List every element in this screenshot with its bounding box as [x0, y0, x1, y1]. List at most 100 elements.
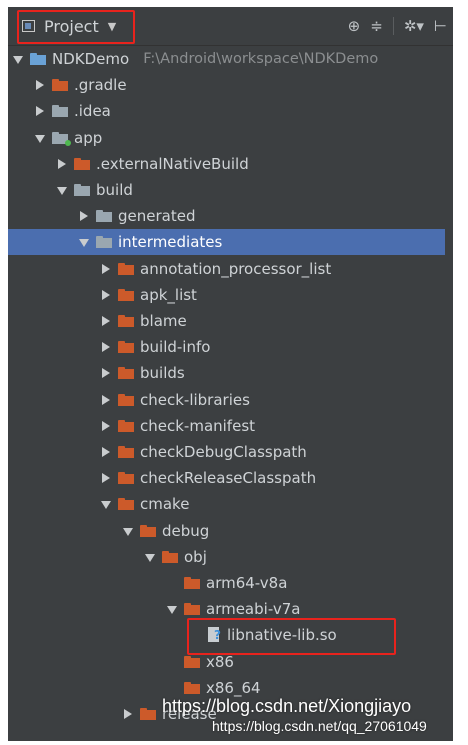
folder-icon — [96, 210, 112, 223]
tree-item-label: intermediates — [118, 233, 223, 252]
expand-arrow-icon[interactable] — [122, 525, 134, 537]
tree-row[interactable]: check-libraries — [8, 387, 453, 413]
project-toolbar: Project ▼ ⊕ ≑ ✲▾ ⊢ — [8, 7, 453, 46]
tree-item-label: check-libraries — [140, 390, 250, 409]
collapse-arrow-icon[interactable] — [34, 79, 46, 91]
tree-item-label: .idea — [74, 102, 111, 121]
tree-row[interactable]: .externalNativeBuild — [8, 151, 453, 177]
tree-row[interactable]: check-manifest — [8, 413, 453, 439]
tree-row[interactable]: generated — [8, 203, 453, 229]
folder-icon — [118, 498, 134, 511]
project-view-icon — [22, 19, 38, 34]
tree-item-label: build-info — [140, 338, 211, 357]
collapse-arrow-icon[interactable] — [100, 263, 112, 275]
expand-arrow-icon[interactable] — [78, 236, 90, 248]
collapse-arrow-icon[interactable] — [78, 210, 90, 222]
tree-item-label: generated — [118, 207, 196, 226]
tree-item-label: check-manifest — [140, 416, 256, 435]
tree-row[interactable]: apk_list — [8, 282, 453, 308]
collapse-arrow-icon[interactable] — [100, 341, 112, 353]
tree-row[interactable]: armeabi-v7a — [8, 596, 453, 622]
tree-item-label: x86 — [206, 652, 234, 671]
expand-arrow-icon[interactable] — [100, 498, 112, 510]
tree-item-label: obj — [184, 547, 207, 566]
tree-row[interactable]: .idea — [8, 98, 453, 124]
folder-icon — [96, 236, 112, 249]
folder-icon — [118, 393, 134, 406]
tree-row[interactable]: cmake — [8, 491, 453, 517]
gear-icon[interactable]: ✲▾ — [404, 17, 424, 35]
folder-icon — [118, 472, 134, 485]
tree-item-label: .gradle — [74, 76, 127, 95]
tree-row[interactable]: arm64-v8a — [8, 570, 453, 596]
tree-item-label: checkDebugClasspath — [140, 443, 307, 461]
collapse-arrow-icon[interactable] — [34, 105, 46, 117]
tree-item-label: apk_list — [140, 285, 197, 304]
tree-row[interactable]: app — [8, 125, 453, 151]
collapse-arrow-icon[interactable] — [56, 158, 68, 170]
project-tree: NDKDemo F:\Android\workspace\NDKDemo .grad… — [8, 46, 453, 741]
tree-row[interactable]: libnative-lib.so — [8, 622, 453, 648]
tree-row[interactable]: debug — [8, 518, 453, 544]
tree-row[interactable]: checkDebugClasspath — [8, 439, 453, 465]
expand-arrow-icon[interactable] — [144, 551, 156, 563]
tree-item-label: blame — [140, 312, 187, 330]
folder-icon — [118, 262, 134, 275]
tree-item-label: armeabi-v7a — [206, 600, 301, 619]
collapse-arrow-icon[interactable] — [100, 315, 112, 327]
collapse-arrow-icon[interactable] — [100, 394, 112, 406]
tree-row[interactable]: builds — [8, 360, 453, 386]
expand-arrow-icon[interactable] — [56, 184, 68, 196]
project-view-selector[interactable]: Project ▼ — [16, 11, 133, 41]
so-file-icon — [206, 627, 222, 643]
tree-item-label: build — [96, 181, 133, 199]
tree-item-label: debug — [162, 521, 210, 540]
collapse-arrow-icon[interactable] — [122, 708, 134, 720]
module-folder-icon — [52, 131, 71, 146]
vertical-scrollbar[interactable] — [445, 46, 453, 741]
folder-icon — [184, 603, 200, 616]
tree-row[interactable]: build — [8, 177, 453, 203]
tree-row[interactable]: NDKDemo F:\Android\workspace\NDKDemo — [8, 46, 453, 72]
collapse-icon[interactable]: ≑ — [370, 17, 383, 35]
folder-icon — [74, 184, 90, 196]
folder-icon — [140, 708, 156, 720]
tree-row[interactable]: x86 — [8, 649, 453, 675]
tree-item-label: NDKDemo — [52, 50, 130, 68]
collapse-arrow-icon[interactable] — [100, 420, 112, 432]
folder-icon — [118, 446, 134, 458]
folder-icon — [52, 105, 68, 118]
expand-arrow-icon[interactable] — [34, 132, 46, 144]
project-view-label: Project — [44, 16, 99, 36]
tree-row[interactable]: build-info — [8, 334, 453, 360]
tree-item-label: checkReleaseClasspath — [140, 469, 317, 488]
folder-icon — [184, 681, 200, 694]
folder-icon — [140, 524, 156, 537]
folder-icon — [74, 157, 90, 170]
tree-item-label: .externalNativeBuild — [96, 154, 249, 173]
tree-item-label: cmake — [140, 495, 190, 514]
collapse-arrow-icon[interactable] — [100, 446, 112, 458]
folder-icon — [162, 550, 178, 563]
tree-item-label: x86_64 — [206, 678, 261, 697]
folder-icon — [184, 655, 200, 668]
tree-row[interactable]: blame — [8, 308, 453, 334]
tree-row[interactable]: intermediates — [8, 229, 453, 256]
collapse-arrow-icon[interactable] — [100, 367, 112, 379]
collapse-arrow-icon[interactable] — [100, 289, 112, 301]
pin-icon[interactable]: ⊢ — [434, 17, 447, 35]
expand-arrow-icon[interactable] — [166, 603, 178, 615]
project-tool-window: Project ▼ ⊕ ≑ ✲▾ ⊢ NDKDemo F:\Android\wor… — [8, 7, 453, 741]
tree-row[interactable]: annotation_processor_list — [8, 256, 453, 282]
collapse-arrow-icon[interactable] — [100, 472, 112, 484]
tree-row[interactable]: obj — [8, 544, 453, 570]
tree-row[interactable]: checkReleaseClasspath — [8, 465, 453, 491]
folder-icon — [118, 419, 134, 432]
folder-icon — [118, 315, 134, 327]
expand-arrow-icon[interactable] — [12, 53, 24, 65]
tree-row[interactable]: .gradle — [8, 72, 453, 98]
chevron-down-icon: ▼ — [107, 19, 117, 33]
tree-item-label: arm64-v8a — [206, 574, 288, 592]
target-icon[interactable]: ⊕ — [348, 17, 361, 35]
folder-icon — [52, 79, 68, 92]
